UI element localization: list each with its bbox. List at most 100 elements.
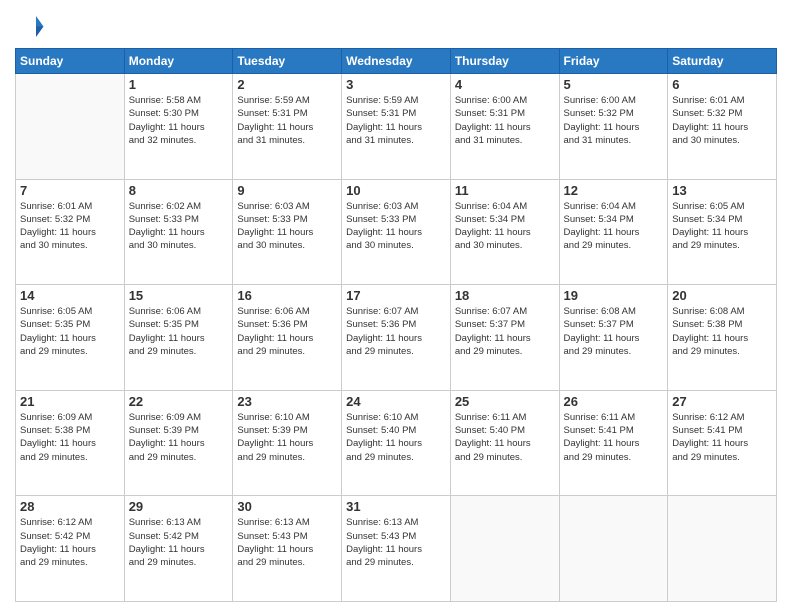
day-info: Sunrise: 6:06 AM Sunset: 5:35 PM Dayligh…	[129, 305, 229, 358]
day-info: Sunrise: 5:59 AM Sunset: 5:31 PM Dayligh…	[346, 94, 446, 147]
calendar-cell: 25Sunrise: 6:11 AM Sunset: 5:40 PM Dayli…	[450, 390, 559, 496]
calendar-cell: 14 Sunrise: 6:05 AM Sunset: 5:35 PM Dayli…	[16, 285, 125, 391]
calendar-cell	[16, 74, 125, 180]
day-info: Sunrise: 6:02 AM Sunset: 5:33 PM Dayligh…	[129, 200, 229, 253]
day-info: Sunrise: 6:07 AM Sunset: 5:37 PM Dayligh…	[455, 305, 555, 358]
calendar-week-row: 21Sunrise: 6:09 AM Sunset: 5:38 PM Dayli…	[16, 390, 777, 496]
header	[15, 10, 777, 40]
calendar-cell: 13 Sunrise: 6:05 AM Sunset: 5:34 PM Dayli…	[668, 179, 777, 285]
day-info: Sunrise: 6:12 AM Sunset: 5:42 PM Dayligh…	[20, 516, 120, 569]
calendar-week-row: 1Sunrise: 5:58 AM Sunset: 5:30 PM Daylig…	[16, 74, 777, 180]
day-number: 6	[672, 77, 772, 92]
calendar-day-header: Thursday	[450, 49, 559, 74]
calendar-cell: 24 Sunrise: 6:10 AM Sunset: 5:40 PM Dayli…	[342, 390, 451, 496]
calendar-cell: 26Sunrise: 6:11 AM Sunset: 5:41 PM Dayli…	[559, 390, 668, 496]
calendar-day-header: Tuesday	[233, 49, 342, 74]
day-info: Sunrise: 6:00 AM Sunset: 5:31 PM Dayligh…	[455, 94, 555, 147]
day-info: Sunrise: 6:10 AM Sunset: 5:40 PM Dayligh…	[346, 411, 446, 464]
calendar-cell: 28Sunrise: 6:12 AM Sunset: 5:42 PM Dayli…	[16, 496, 125, 602]
calendar-cell	[450, 496, 559, 602]
calendar-cell: 9 Sunrise: 6:03 AM Sunset: 5:33 PM Daylig…	[233, 179, 342, 285]
day-number: 23	[237, 394, 337, 409]
calendar-cell: 21Sunrise: 6:09 AM Sunset: 5:38 PM Dayli…	[16, 390, 125, 496]
day-info: Sunrise: 6:07 AM Sunset: 5:36 PM Dayligh…	[346, 305, 446, 358]
calendar-cell: 31 Sunrise: 6:13 AM Sunset: 5:43 PM Dayli…	[342, 496, 451, 602]
day-info: Sunrise: 6:13 AM Sunset: 5:42 PM Dayligh…	[129, 516, 229, 569]
day-info: Sunrise: 6:05 AM Sunset: 5:34 PM Dayligh…	[672, 200, 772, 253]
day-number: 29	[129, 499, 229, 514]
day-number: 4	[455, 77, 555, 92]
day-number: 2	[237, 77, 337, 92]
calendar-cell: 10Sunrise: 6:03 AM Sunset: 5:33 PM Dayli…	[342, 179, 451, 285]
calendar-header-row: SundayMondayTuesdayWednesdayThursdayFrid…	[16, 49, 777, 74]
day-number: 8	[129, 183, 229, 198]
day-number: 16	[237, 288, 337, 303]
calendar-week-row: 28Sunrise: 6:12 AM Sunset: 5:42 PM Dayli…	[16, 496, 777, 602]
day-info: Sunrise: 6:03 AM Sunset: 5:33 PM Dayligh…	[237, 200, 337, 253]
calendar-cell: 30 Sunrise: 6:13 AM Sunset: 5:43 PM Dayli…	[233, 496, 342, 602]
calendar-cell: 18 Sunrise: 6:07 AM Sunset: 5:37 PM Dayli…	[450, 285, 559, 391]
day-info: Sunrise: 6:13 AM Sunset: 5:43 PM Dayligh…	[237, 516, 337, 569]
page: SundayMondayTuesdayWednesdayThursdayFrid…	[0, 0, 792, 612]
calendar-cell: 2 Sunrise: 5:59 AM Sunset: 5:31 PM Daylig…	[233, 74, 342, 180]
calendar-week-row: 7 Sunrise: 6:01 AM Sunset: 5:32 PM Daylig…	[16, 179, 777, 285]
day-number: 22	[129, 394, 229, 409]
day-info: Sunrise: 6:01 AM Sunset: 5:32 PM Dayligh…	[20, 200, 120, 253]
calendar-day-header: Saturday	[668, 49, 777, 74]
day-info: Sunrise: 6:05 AM Sunset: 5:35 PM Dayligh…	[20, 305, 120, 358]
day-number: 27	[672, 394, 772, 409]
day-number: 19	[564, 288, 664, 303]
day-number: 31	[346, 499, 446, 514]
day-info: Sunrise: 6:01 AM Sunset: 5:32 PM Dayligh…	[672, 94, 772, 147]
day-number: 21	[20, 394, 120, 409]
calendar-cell: 20Sunrise: 6:08 AM Sunset: 5:38 PM Dayli…	[668, 285, 777, 391]
calendar-cell: 5 Sunrise: 6:00 AM Sunset: 5:32 PM Daylig…	[559, 74, 668, 180]
day-number: 24	[346, 394, 446, 409]
calendar-day-header: Sunday	[16, 49, 125, 74]
calendar-cell: 23 Sunrise: 6:10 AM Sunset: 5:39 PM Dayli…	[233, 390, 342, 496]
day-info: Sunrise: 6:03 AM Sunset: 5:33 PM Dayligh…	[346, 200, 446, 253]
calendar-cell: 6 Sunrise: 6:01 AM Sunset: 5:32 PM Daylig…	[668, 74, 777, 180]
calendar-day-header: Friday	[559, 49, 668, 74]
day-info: Sunrise: 6:13 AM Sunset: 5:43 PM Dayligh…	[346, 516, 446, 569]
calendar-cell	[668, 496, 777, 602]
calendar-week-row: 14 Sunrise: 6:05 AM Sunset: 5:35 PM Dayli…	[16, 285, 777, 391]
day-number: 12	[564, 183, 664, 198]
calendar-day-header: Wednesday	[342, 49, 451, 74]
day-number: 13	[672, 183, 772, 198]
logo	[15, 10, 49, 40]
calendar-cell: 17Sunrise: 6:07 AM Sunset: 5:36 PM Dayli…	[342, 285, 451, 391]
calendar-day-header: Monday	[124, 49, 233, 74]
calendar-cell: 3 Sunrise: 5:59 AM Sunset: 5:31 PM Daylig…	[342, 74, 451, 180]
day-info: Sunrise: 5:59 AM Sunset: 5:31 PM Dayligh…	[237, 94, 337, 147]
calendar-cell: 12 Sunrise: 6:04 AM Sunset: 5:34 PM Dayli…	[559, 179, 668, 285]
calendar-cell: 19 Sunrise: 6:08 AM Sunset: 5:37 PM Dayli…	[559, 285, 668, 391]
calendar-cell: 16Sunrise: 6:06 AM Sunset: 5:36 PM Dayli…	[233, 285, 342, 391]
calendar-cell: 29 Sunrise: 6:13 AM Sunset: 5:42 PM Dayli…	[124, 496, 233, 602]
day-info: Sunrise: 6:11 AM Sunset: 5:40 PM Dayligh…	[455, 411, 555, 464]
day-info: Sunrise: 6:10 AM Sunset: 5:39 PM Dayligh…	[237, 411, 337, 464]
calendar-cell: 15 Sunrise: 6:06 AM Sunset: 5:35 PM Dayli…	[124, 285, 233, 391]
day-number: 5	[564, 77, 664, 92]
calendar-cell: 4 Sunrise: 6:00 AM Sunset: 5:31 PM Daylig…	[450, 74, 559, 180]
day-number: 1	[129, 77, 229, 92]
day-info: Sunrise: 6:00 AM Sunset: 5:32 PM Dayligh…	[564, 94, 664, 147]
calendar-cell	[559, 496, 668, 602]
day-number: 3	[346, 77, 446, 92]
day-number: 14	[20, 288, 120, 303]
day-number: 15	[129, 288, 229, 303]
day-info: Sunrise: 6:04 AM Sunset: 5:34 PM Dayligh…	[564, 200, 664, 253]
day-number: 30	[237, 499, 337, 514]
day-number: 11	[455, 183, 555, 198]
day-number: 7	[20, 183, 120, 198]
day-info: Sunrise: 6:11 AM Sunset: 5:41 PM Dayligh…	[564, 411, 664, 464]
logo-icon	[15, 10, 45, 40]
day-info: Sunrise: 6:08 AM Sunset: 5:37 PM Dayligh…	[564, 305, 664, 358]
day-number: 18	[455, 288, 555, 303]
calendar-cell: 1Sunrise: 5:58 AM Sunset: 5:30 PM Daylig…	[124, 74, 233, 180]
calendar-table: SundayMondayTuesdayWednesdayThursdayFrid…	[15, 48, 777, 602]
day-info: Sunrise: 6:12 AM Sunset: 5:41 PM Dayligh…	[672, 411, 772, 464]
calendar-cell: 11Sunrise: 6:04 AM Sunset: 5:34 PM Dayli…	[450, 179, 559, 285]
day-number: 20	[672, 288, 772, 303]
day-number: 9	[237, 183, 337, 198]
